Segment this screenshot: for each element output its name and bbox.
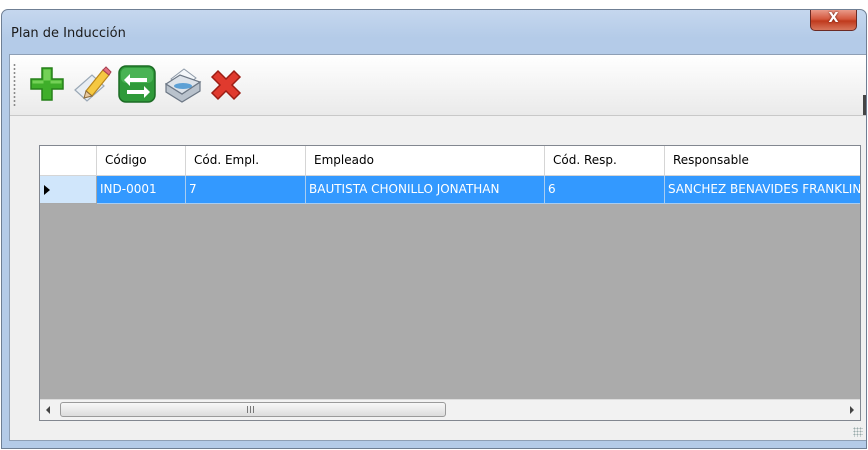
column-header-cod-resp[interactable]: Cód. Resp.: [545, 146, 665, 176]
row-header[interactable]: [40, 176, 97, 204]
title-bar[interactable]: Plan de Inducción X: [2, 10, 866, 54]
data-grid[interactable]: Código Cód. Empl. Empleado Cód. Resp. Re…: [39, 145, 861, 421]
delete-button[interactable]: [206, 64, 246, 104]
client-area: Código Cód. Empl. Empleado Cód. Resp. Re…: [9, 54, 866, 441]
delete-icon: [210, 69, 242, 101]
window-title: Plan de Inducción: [11, 26, 126, 41]
cell-responsable[interactable]: SANCHEZ BENAVIDES FRANKLIN: [665, 176, 860, 204]
current-row-arrow-icon: [44, 185, 50, 195]
arrow-left-icon: [46, 406, 50, 414]
arrow-right-icon: [850, 406, 854, 414]
close-icon: X: [828, 11, 839, 26]
horizontal-scrollbar[interactable]: [40, 399, 860, 420]
scroll-thumb[interactable]: [60, 402, 446, 417]
header-corner: [40, 146, 97, 176]
scroll-thumb-grip: [247, 406, 254, 413]
transfer-icon: [118, 65, 156, 103]
close-button[interactable]: X: [810, 10, 857, 31]
print-button[interactable]: [162, 64, 202, 104]
column-header-responsable[interactable]: Responsable: [665, 146, 860, 176]
grid-header: Código Cód. Empl. Empleado Cód. Resp. Re…: [40, 146, 860, 176]
toolbar: [10, 55, 866, 116]
cell-cod-empl[interactable]: 7: [186, 176, 306, 204]
resize-grip[interactable]: [853, 427, 863, 437]
table-row[interactable]: IND-0001 7 BAUTISTA CHONILLO JONATHAN 6 …: [40, 176, 860, 204]
cell-codigo[interactable]: IND-0001: [97, 176, 186, 204]
cell-cod-resp[interactable]: 6: [545, 176, 665, 204]
add-button[interactable]: [27, 64, 67, 104]
edit-icon: [74, 66, 112, 102]
column-header-empleado[interactable]: Empleado: [306, 146, 545, 176]
cell-empleado[interactable]: BAUTISTA CHONILLO JONATHAN: [306, 176, 545, 204]
window: Plan de Inducción X Código Cód. Empl. Em…: [1, 9, 867, 449]
add-icon: [30, 67, 64, 101]
scroll-right-button[interactable]: [842, 400, 860, 420]
toolbar-grip[interactable]: [13, 63, 16, 107]
toolbar-overflow-edge: [863, 95, 866, 115]
scroll-left-button[interactable]: [40, 400, 58, 420]
print-icon: [164, 68, 202, 103]
column-header-codigo[interactable]: Código: [97, 146, 186, 176]
column-header-cod-empl[interactable]: Cód. Empl.: [186, 146, 306, 176]
edit-button[interactable]: [72, 64, 112, 104]
transfer-button[interactable]: [117, 64, 157, 104]
